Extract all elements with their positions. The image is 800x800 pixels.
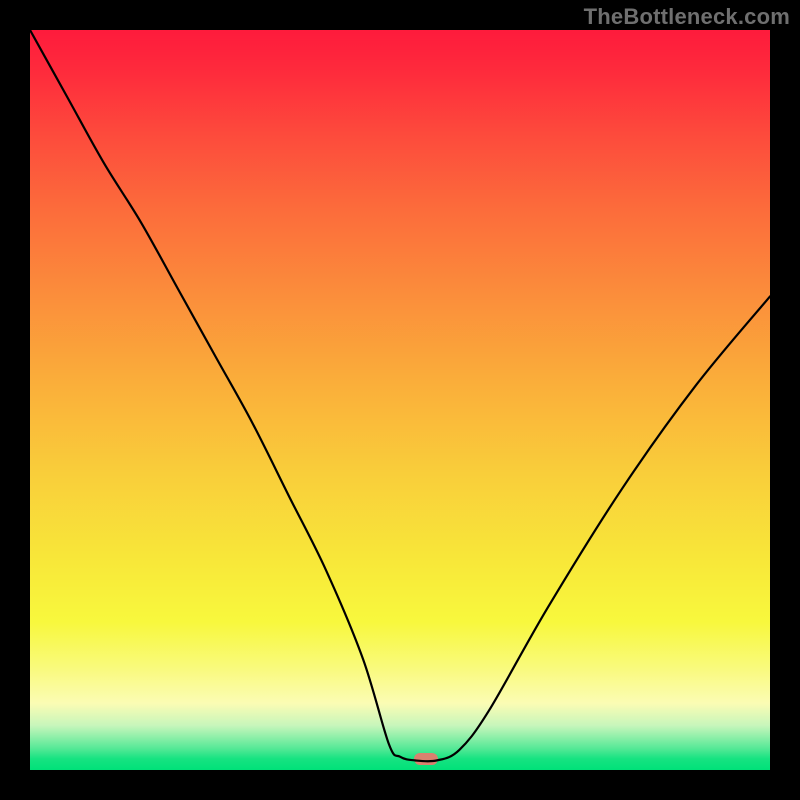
bottleneck-curve <box>30 30 770 770</box>
plot-area <box>30 30 770 770</box>
watermark-text: TheBottleneck.com <box>584 4 790 30</box>
chart-frame: TheBottleneck.com <box>0 0 800 800</box>
